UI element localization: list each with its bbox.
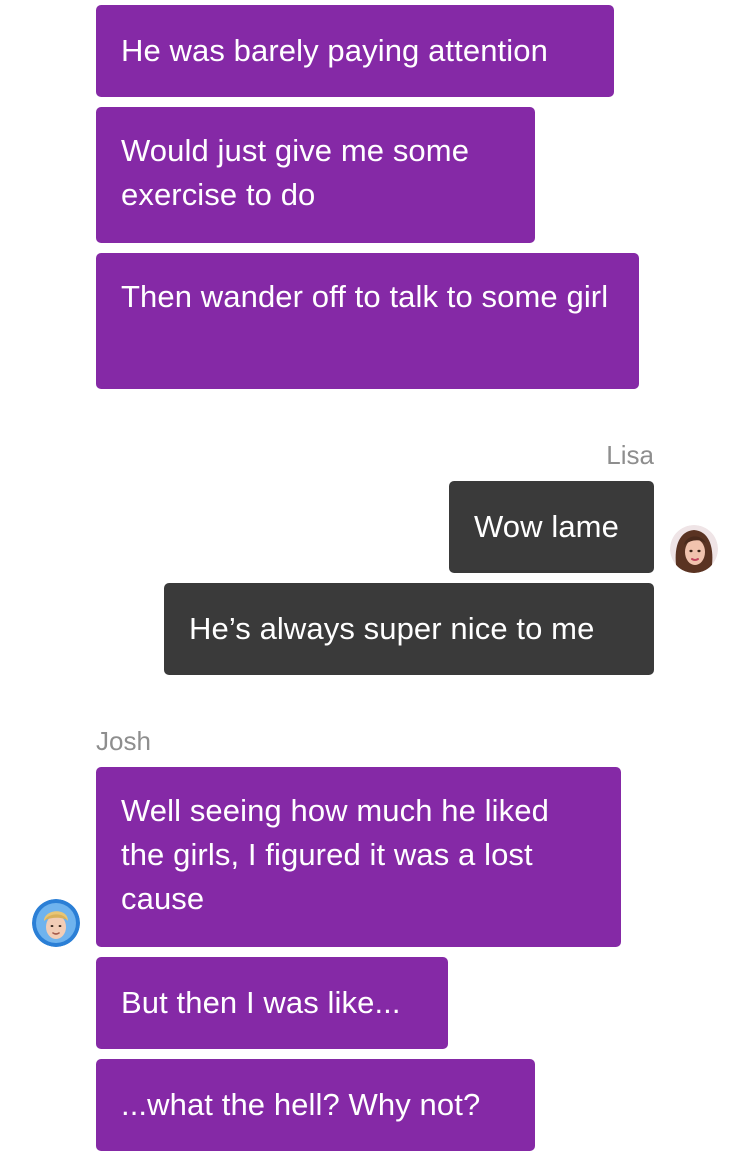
message-text: Then wander off to talk to some girl [121,279,609,314]
message-bubble[interactable]: Wow lame [449,481,654,573]
message-text: But then I was like... [121,985,401,1020]
message-bubble[interactable]: Would just give me some exercise to do [96,107,535,243]
message-text: He was barely paying attention [121,33,548,68]
message-text: He’s always super nice to me [189,611,595,646]
female-avatar-icon[interactable] [670,525,718,573]
message-bubble[interactable]: He’s always super nice to me [164,583,654,675]
message-bubble[interactable]: Well seeing how much he liked the girls,… [96,767,621,947]
message-text: ...what the hell? Why not? [121,1087,481,1122]
message-text: Well seeing how much he liked the girls,… [121,793,549,916]
sender-name-josh: Josh [96,726,151,756]
message-text: Would just give me some exercise to do [121,133,470,212]
message-bubble[interactable]: ...what the hell? Why not? [96,1059,535,1151]
sender-name-lisa: Lisa [606,440,654,470]
message-bubble[interactable]: Then wander off to talk to some girl [96,253,639,389]
message-bubble[interactable]: But then I was like... [96,957,448,1049]
message-text: Wow lame [474,509,619,544]
male-avatar-icon[interactable] [32,899,80,947]
message-bubble[interactable]: He was barely paying attention [96,5,614,97]
